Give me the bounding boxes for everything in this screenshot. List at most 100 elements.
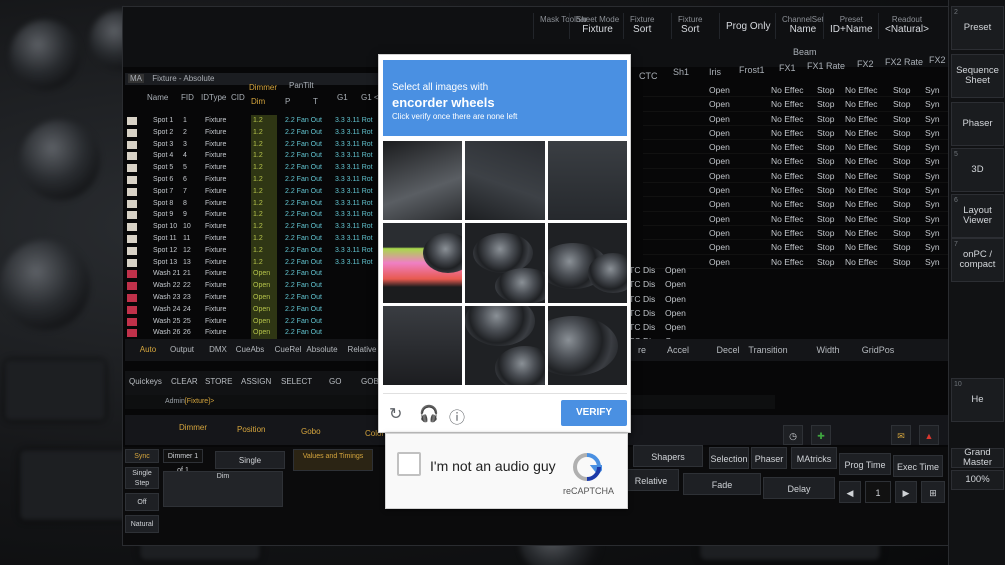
sidebar-view-button[interactable]: 6 Layout Viewer <box>951 194 1004 238</box>
sidebar-view-button[interactable]: 100% <box>951 470 1004 490</box>
fixture-row[interactable]: Spot 2 2 Fixture 1.2 2.2 Fan Out 3.3 3.11 Rot <box>125 126 381 139</box>
sidebar-view-button[interactable]: 7 onPC / compact <box>951 238 1004 282</box>
attribute-row[interactable]: Open No Effec Stop No Effec Stop Syn <box>643 83 949 98</box>
fixture-row[interactable]: Spot 4 4 Fixture 1.2 2.2 Fan Out 3.3 3.11 Rot <box>125 150 381 163</box>
selection-button[interactable]: Selection <box>709 447 749 469</box>
fixture-row[interactable]: Wash 21 21 Fixture Open 2.2 Fan Out <box>125 268 381 281</box>
mode-tab[interactable]: Auto <box>131 341 165 359</box>
attribute-row[interactable]: Open No Effec Stop No Effec Stop Syn <box>643 240 949 255</box>
left-arrow-icon[interactable]: ◀ <box>839 481 861 503</box>
attribute-row[interactable]: Open No Effec Stop No Effec Stop Syn <box>643 226 949 241</box>
fixture-button[interactable]: Fixture Sort <box>671 13 708 39</box>
readout-button[interactable]: Readout <Natural> <box>878 13 935 39</box>
captcha-tile[interactable] <box>383 141 463 221</box>
fixture-row[interactable]: Wash 22 22 Fixture Open 2.2 Fan Out <box>125 280 381 292</box>
ctc-row[interactable]: CTCDisOpen <box>623 292 703 306</box>
captcha-tile[interactable] <box>547 305 627 385</box>
sheet-mode-button[interactable]: Sheet Mode Fixture <box>569 13 625 39</box>
ctc-row[interactable]: CTCDisOpen <box>623 277 703 291</box>
fixture-row[interactable]: Spot 3 3 Fixture 1.2 2.2 Fan Out 3.3 3.11 Rot <box>125 138 381 151</box>
relative-button[interactable]: Relative <box>623 469 679 491</box>
sidebar-view-button[interactable]: 10 He <box>951 378 1004 422</box>
mail-icon[interactable]: ✉ <box>891 425 911 445</box>
attribute-row[interactable]: Open No Effec Stop No Effec Stop Syn <box>643 112 949 126</box>
quickkey-button[interactable]: GO <box>329 377 341 386</box>
natural-button[interactable]: Natural <box>125 515 159 533</box>
attribute-row[interactable]: Open No Effec Stop No Effec Stop Syn <box>643 97 949 112</box>
quickkey-button[interactable]: CLEAR <box>171 377 198 386</box>
attribute-tab[interactable]: GridPos <box>855 341 901 359</box>
phaser-button[interactable]: Phaser <box>751 447 787 469</box>
preset-readout-button[interactable]: Preset ID+Name <box>823 13 879 39</box>
attribute-row[interactable]: Open No Effec Stop No Effec Stop Syn <box>643 169 949 184</box>
single-step-button[interactable]: Single Step <box>125 467 159 489</box>
sidebar-view-button[interactable]: Grand Master <box>951 448 1004 468</box>
fixture-row[interactable]: Spot 9 9 Fixture 1.2 2.2 Fan Out 3.3 3.11 Rot <box>125 209 381 222</box>
mode-tab[interactable]: DMX <box>201 341 235 359</box>
attribute-tab[interactable]: Accel <box>655 341 701 359</box>
info-icon[interactable]: ⓘ <box>449 404 465 428</box>
preset-type-button[interactable]: Position <box>237 425 265 434</box>
off-button[interactable]: Off <box>125 493 159 511</box>
refresh-icon[interactable]: ↻ <box>389 404 402 424</box>
ctc-row[interactable]: CTCDisOpen <box>623 263 703 277</box>
mode-tab[interactable]: Output <box>165 341 199 359</box>
sidebar-view-button[interactable]: Phaser <box>951 102 1004 146</box>
fixture-row[interactable]: Spot 1 1 Fixture 1.2 2.2 Fan Out 3.3 3.11 Rot <box>125 115 381 127</box>
verify-button[interactable]: VERIFY <box>561 400 627 426</box>
warning-icon[interactable]: ▲ <box>919 425 939 445</box>
network-icon[interactable]: ✚ <box>811 425 831 445</box>
mode-tab[interactable]: CueAbs <box>233 341 267 359</box>
ctc-row[interactable]: CTCDisOpen <box>623 306 703 320</box>
captcha-tile[interactable] <box>383 305 463 385</box>
ctc-row[interactable]: CTCDisOpen <box>623 320 703 334</box>
fixture-row[interactable]: Spot 7 7 Fixture 1.2 2.2 Fan Out 3.3 3.11 Rot <box>125 185 381 198</box>
fixture-row[interactable]: Spot 11 11 Fixture 1.2 2.2 Fan Out 3.3 3.11 R… <box>125 232 381 245</box>
prog-only-button[interactable]: Prog Only <box>719 13 776 39</box>
fixture-row[interactable]: Spot 10 10 Fixture 1.2 2.2 Fan Out 3.3 3.11 R… <box>125 221 381 233</box>
attribute-row[interactable]: Open No Effec Stop No Effec Stop Syn <box>643 126 949 141</box>
attribute-tab[interactable]: Width <box>805 341 851 359</box>
dim-encoder[interactable]: Dim <box>163 471 283 507</box>
mode-tab[interactable]: Relative <box>345 341 379 359</box>
attribute-row[interactable]: Open No Effec Stop No Effec Stop Syn <box>643 140 949 155</box>
fixture-row[interactable]: Wash 25 25 Fixture Open 2.2 Fan Out <box>125 315 381 328</box>
attribute-tab[interactable]: Transition <box>745 341 791 359</box>
sync-button[interactable]: Sync <box>125 449 159 463</box>
fixture-row[interactable]: Spot 13 13 Fixture 1.2 2.2 Fan Out 3.3 3.11 R… <box>125 256 381 269</box>
mode-tab[interactable]: Absolute <box>305 341 339 359</box>
captcha-tile[interactable] <box>465 141 545 221</box>
quickkey-button[interactable]: ASSIGN <box>241 377 271 386</box>
fixture-row[interactable]: Spot 8 8 Fixture 1.2 2.2 Fan Out 3.3 3.11 Rot <box>125 197 381 210</box>
not-robot-checkbox[interactable] <box>397 452 421 476</box>
captcha-tile[interactable] <box>465 223 545 303</box>
attribute-row[interactable]: Open No Effec Stop No Effec Stop Syn <box>643 154 949 169</box>
quickkey-button[interactable]: SELECT <box>281 377 312 386</box>
sidebar-view-button[interactable]: 5 3D <box>951 148 1004 192</box>
exec-time-button[interactable]: Exec Time <box>893 455 943 477</box>
values-timings-button[interactable]: Values and Timings <box>293 449 373 471</box>
sidebar-view-button[interactable]: 2 Preset <box>951 6 1004 50</box>
preset-type-button[interactable]: Gobo <box>301 427 321 436</box>
grid-tool-icon[interactable]: ⊞ <box>921 481 945 503</box>
quickkey-button[interactable]: STORE <box>205 377 232 386</box>
attribute-row[interactable]: Open No Effec Stop No Effec Stop Syn <box>643 212 949 226</box>
captcha-tile[interactable] <box>383 223 463 303</box>
prog-time-button[interactable]: Prog Time <box>839 453 891 475</box>
fade-button[interactable]: Fade <box>683 473 761 495</box>
mode-tab[interactable]: CueRel <box>271 341 305 359</box>
captcha-tile[interactable] <box>547 141 627 221</box>
sidebar-view-button[interactable]: Sequence Sheet <box>951 54 1004 98</box>
right-arrow-icon[interactable]: ▶ <box>895 481 917 503</box>
attribute-row[interactable]: Open No Effec Stop No Effec Stop Syn <box>643 183 949 198</box>
fixture-row[interactable]: Spot 6 6 Fixture 1.2 2.2 Fan Out 3.3 3.11 Rot <box>125 173 381 186</box>
matricks-button[interactable]: MAtricks <box>791 447 837 469</box>
channelset-button[interactable]: ChannelSet Name <box>775 13 830 39</box>
fixture-row[interactable]: Spot 5 5 Fixture 1.2 2.2 Fan Out 3.3 3.11 Rot <box>125 162 381 174</box>
attribute-row[interactable]: Open No Effec Stop No Effec Stop Syn <box>643 197 949 212</box>
delay-button[interactable]: Delay <box>763 477 835 499</box>
shapers-button[interactable]: Shapers <box>633 445 703 467</box>
fixture-sort-button[interactable]: Fixture Sort <box>623 13 660 39</box>
clock-icon[interactable]: ◷ <box>783 425 803 445</box>
captcha-tile[interactable] <box>547 223 627 303</box>
